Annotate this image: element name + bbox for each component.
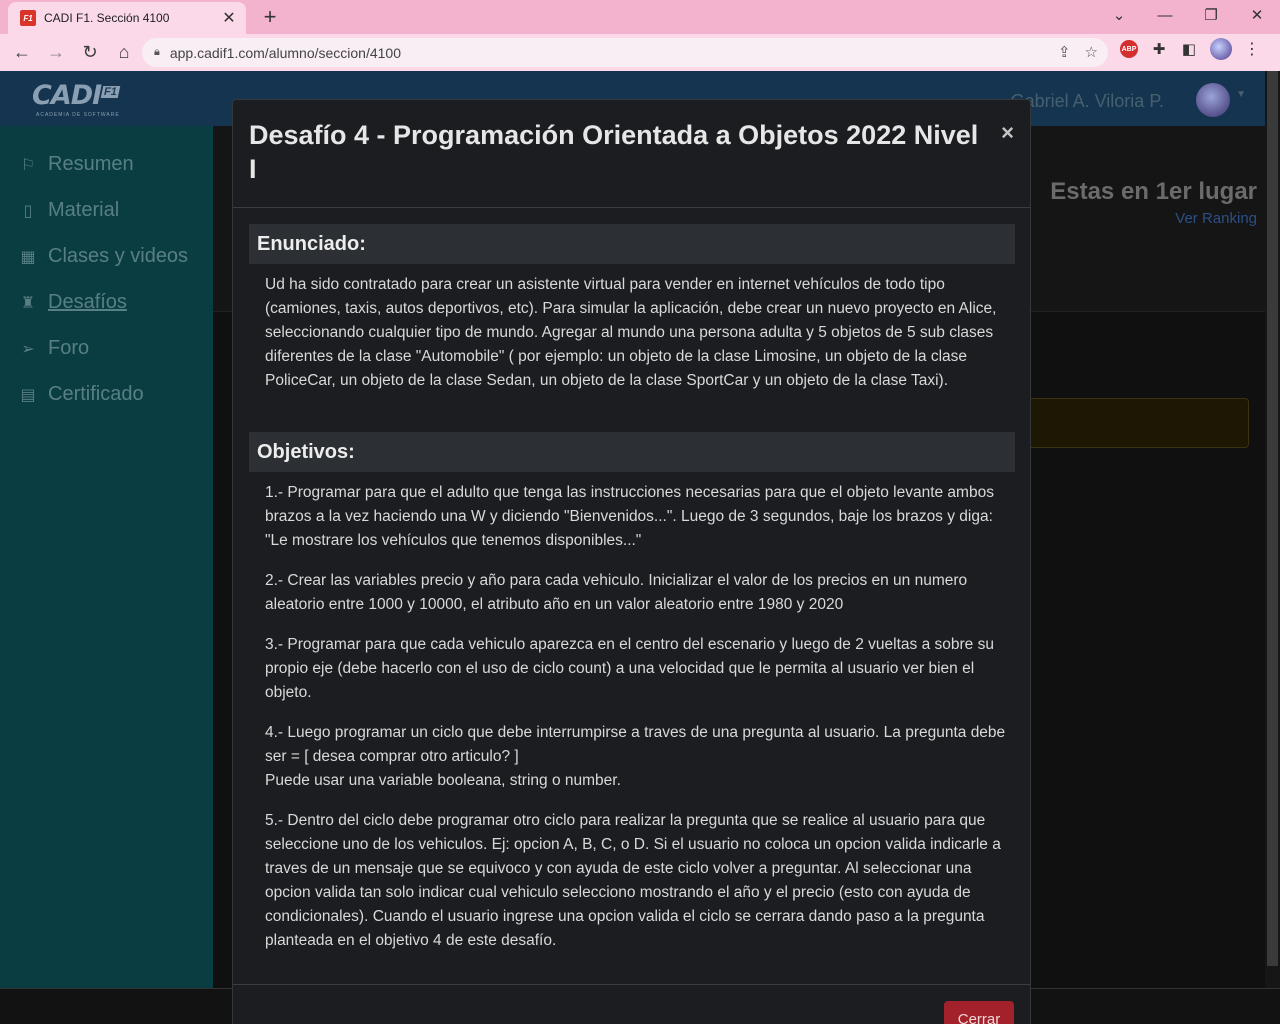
lock-icon[interactable]: 🔒︎ [154, 46, 160, 59]
tab-search-icon[interactable]: ⌄ [1096, 0, 1142, 30]
enunciado-heading: Enunciado: [249, 224, 1015, 264]
objetivo-3: 3.- Programar para que cada vehiculo apa… [265, 636, 994, 701]
flag-icon: ⚐ [20, 156, 36, 174]
book-icon: ▯ [23, 202, 33, 220]
url-text[interactable]: app.cadif1.com/alumno/seccion/4100 [170, 45, 401, 61]
send-icon: ➢ [21, 340, 35, 358]
reload-icon[interactable]: ↻ [74, 37, 106, 69]
page-scrollbar[interactable] [1265, 71, 1280, 988]
modal-close-icon[interactable]: × [1001, 120, 1014, 146]
alert-box [1023, 398, 1249, 448]
user-name[interactable]: Gabriel A. Viloria P. [1011, 91, 1164, 112]
new-tab-icon[interactable]: + [258, 4, 282, 30]
challenge-modal: Desafío 4 - Programación Orientada a Obj… [232, 99, 1031, 1024]
share-icon[interactable]: ⇪ [1058, 43, 1071, 61]
cerrar-button[interactable]: Cerrar [944, 1001, 1014, 1024]
user-menu-caret-icon[interactable]: ▼ [1236, 89, 1246, 100]
modal-title: Desafío 4 - Programación Orientada a Obj… [249, 120, 979, 184]
trophy-icon: ♜ [20, 294, 36, 312]
browser-menu-icon[interactable]: ⋮ [1244, 39, 1260, 59]
browser-tabstrip: F1 CADI F1. Sección 4100 ✕ + ⌄ — ❐ ✕ [0, 0, 1280, 34]
objetivo-5: 5.- Dentro del ciclo debe programar otro… [265, 812, 1001, 949]
browser-tab[interactable]: F1 CADI F1. Sección 4100 ✕ [8, 2, 246, 34]
modal-header: Desafío 4 - Programación Orientada a Obj… [233, 100, 1030, 208]
objetivos-heading: Objetivos: [249, 432, 1015, 472]
back-icon[interactable]: ← [6, 37, 38, 69]
tab-title: CADI F1. Sección 4100 [44, 11, 170, 25]
certificate-icon: ▤ [20, 386, 36, 404]
user-avatar[interactable] [1196, 83, 1230, 117]
extension-area: ABP ✚ ◧ ⋮ [1120, 38, 1260, 60]
modal-footer: Cerrar [233, 984, 1030, 1024]
address-bar[interactable]: 🔒︎ app.cadif1.com/alumno/seccion/4100 ⇪ … [142, 38, 1108, 67]
objetivo-4-note: Puede usar una variable booleana, string… [265, 772, 621, 789]
profile-avatar-icon[interactable] [1210, 38, 1232, 60]
sidebar: ⚐ Resumen ▯ Material ▦ Clases y videos ♜… [0, 126, 213, 988]
scrollbar-thumb[interactable] [1267, 71, 1278, 966]
sidebar-item-clases[interactable]: ▦ Clases y videos [18, 245, 188, 268]
enunciado-text: Ud ha sido contratado para crear un asis… [265, 276, 997, 389]
adblock-icon[interactable]: ABP [1120, 40, 1138, 58]
rank-text: Estas en 1er lugar [1050, 178, 1257, 205]
objetivo-4: 4.- Luego programar un ciclo que debe in… [265, 724, 1006, 765]
cadi-logo[interactable]: CADI F1 ACADEMIA DE SOFTWARE [32, 82, 132, 118]
side-panel-icon[interactable]: ◧ [1180, 40, 1198, 58]
sidebar-item-material[interactable]: ▯ Material [18, 199, 120, 222]
browser-toolbar: ← → ↻ ⌂ 🔒︎ app.cadif1.com/alumno/seccion… [0, 34, 1280, 71]
close-window-icon[interactable]: ✕ [1234, 0, 1280, 30]
ranking-link[interactable]: Ver Ranking [1175, 210, 1257, 227]
home-icon[interactable]: ⌂ [108, 37, 140, 69]
cadi-favicon-icon: F1 [20, 10, 36, 26]
objetivo-2: 2.- Crear las variables precio y año par… [265, 572, 968, 613]
minimize-icon[interactable]: — [1142, 0, 1188, 30]
extensions-puzzle-icon[interactable]: ✚ [1150, 40, 1168, 58]
bookmark-star-icon[interactable]: ☆ [1085, 43, 1098, 61]
sidebar-item-desafios[interactable]: ♜ Desafíos [18, 291, 127, 314]
sidebar-item-foro[interactable]: ➢ Foro [18, 337, 89, 360]
forward-icon[interactable]: → [40, 37, 72, 69]
tab-close-icon[interactable]: ✕ [220, 8, 238, 28]
restore-icon[interactable]: ❐ [1188, 0, 1234, 30]
sidebar-item-certificado[interactable]: ▤ Certificado [18, 383, 143, 406]
objetivo-1: 1.- Programar para que el adulto que ten… [265, 484, 994, 549]
window-controls: ⌄ — ❐ ✕ [1096, 0, 1280, 30]
calendar-icon: ▦ [20, 248, 36, 266]
sidebar-item-resumen[interactable]: ⚐ Resumen [18, 153, 134, 176]
